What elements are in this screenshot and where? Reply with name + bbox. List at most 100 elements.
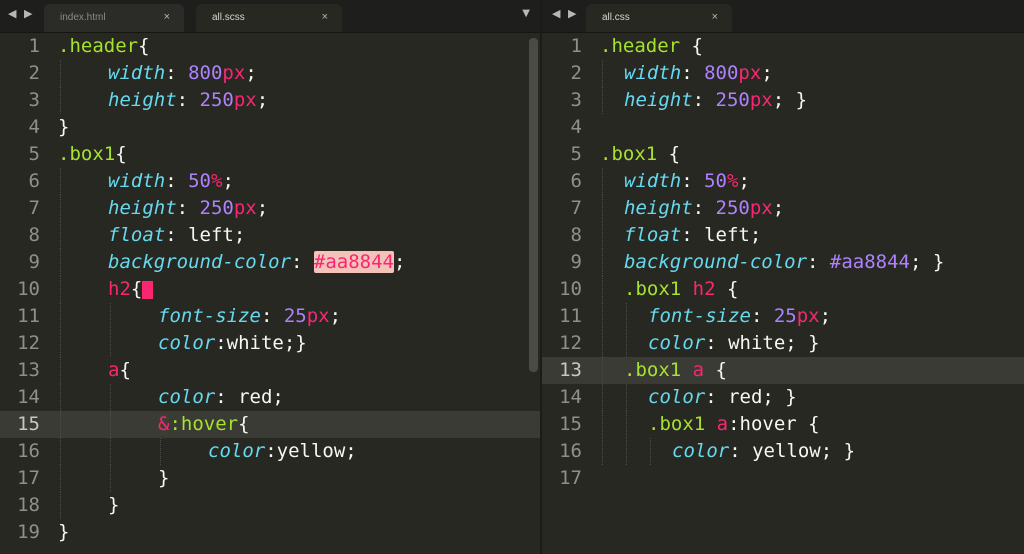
close-icon[interactable]: × <box>322 3 328 31</box>
code-text[interactable]: } <box>158 465 169 492</box>
code-text[interactable]: float: left; <box>108 222 245 249</box>
code-line[interactable]: 11 font-size: 25px; <box>0 303 540 330</box>
code-line[interactable]: 12 color:white;} <box>0 330 540 357</box>
code-line[interactable]: 15 .box1 a:hover { <box>542 411 1024 438</box>
code-line[interactable]: 8 float: left; <box>0 222 540 249</box>
code-line[interactable]: 9 background-color: #aa8844; <box>0 249 540 276</box>
code-text[interactable]: .box1{ <box>58 141 127 168</box>
right-editor-pane[interactable]: ◀ ▶ all.css × 1 .header {2 width: 800px; 3 h… <box>542 0 1024 554</box>
code-token: float <box>108 224 166 246</box>
code-text[interactable]: font-size: 25px; <box>648 303 831 330</box>
code-text[interactable]: color:white;} <box>158 330 307 357</box>
code-line[interactable]: 1 .header { <box>542 33 1024 60</box>
code-line[interactable]: 17 <box>542 465 1024 492</box>
code-line[interactable]: 11 font-size: 25px; <box>542 303 1024 330</box>
code-text[interactable]: width: 50%; <box>108 168 234 195</box>
code-line[interactable]: 2 width: 800px; <box>542 60 1024 87</box>
line-number: 17 <box>559 467 582 489</box>
code-text[interactable]: height: 250px; <box>108 195 268 222</box>
code-text[interactable]: color: yellow; } <box>672 438 855 465</box>
close-icon[interactable]: × <box>712 3 718 31</box>
code-line[interactable]: 5 .box1{ <box>0 141 540 168</box>
code-text[interactable]: float: left; <box>624 222 761 249</box>
code-token: :yellow; <box>265 440 357 462</box>
code-line[interactable]: 3 height: 250px; <box>0 87 540 114</box>
left-editor-pane[interactable]: ◀ ▶ index.html × all.scss × ▼ 1 .header{2… <box>0 0 540 554</box>
tab-index-html[interactable]: index.html × <box>44 4 184 32</box>
code-line[interactable]: 3 height: 250px; } <box>542 87 1024 114</box>
tab-all-scss[interactable]: all.scss × <box>196 4 342 32</box>
code-text[interactable]: .header{ <box>58 33 150 60</box>
code-text[interactable]: color: red; } <box>648 384 797 411</box>
code-text[interactable]: width: 800px; <box>108 60 257 87</box>
code-text[interactable]: .box1 h2 { <box>624 276 738 303</box>
right-tab-bar: ◀ ▶ all.css × <box>542 0 1024 33</box>
code-text[interactable]: .box1 a:hover { <box>648 411 820 438</box>
tab-all-css[interactable]: all.css × <box>586 4 732 32</box>
tab-nav-arrows-icon[interactable]: ◀ ▶ <box>552 7 578 20</box>
tab-nav-arrows-icon[interactable]: ◀ ▶ <box>8 7 34 20</box>
code-editor[interactable]: 1 .header{2 width: 800px; 3 height: 250px; 4}… <box>0 33 540 554</box>
code-line[interactable]: 1 .header{ <box>0 33 540 60</box>
code-token: ; <box>222 170 234 192</box>
code-text[interactable]: background-color: #aa8844; <box>108 249 405 276</box>
code-line[interactable]: 15 &:hover{ <box>0 411 540 438</box>
code-line[interactable]: 8 float: left; <box>542 222 1024 249</box>
code-line[interactable]: 2 width: 800px; <box>0 60 540 87</box>
code-line[interactable]: 13 a{ <box>0 357 540 384</box>
code-line[interactable]: 17} <box>0 465 540 492</box>
code-line[interactable]: 9 background-color: #aa8844; } <box>542 249 1024 276</box>
code-text[interactable]: height: 250px; } <box>624 87 807 114</box>
code-line[interactable]: 10 h2{ <box>0 276 540 303</box>
code-text[interactable]: } <box>108 492 119 519</box>
code-line[interactable]: 4 <box>542 114 1024 141</box>
code-token: } <box>58 521 70 543</box>
code-line[interactable]: 7 height: 250px; <box>542 195 1024 222</box>
code-line[interactable]: 5 .box1 { <box>542 141 1024 168</box>
line-number: 5 <box>28 143 40 165</box>
code-text[interactable]: .header { <box>600 33 703 60</box>
code-line[interactable]: 16 color:yellow; <box>0 438 540 465</box>
code-text[interactable]: color: white; } <box>648 330 820 357</box>
vertical-scrollbar[interactable] <box>529 38 538 372</box>
code-text[interactable]: background-color: #aa8844; } <box>624 249 944 276</box>
code-token: ; <box>772 197 785 219</box>
code-line[interactable]: 19} <box>0 519 540 546</box>
code-text[interactable]: .box1 a { <box>624 357 727 384</box>
code-text[interactable]: height: 250px; <box>624 195 784 222</box>
code-text[interactable]: width: 50%; <box>624 168 750 195</box>
code-text[interactable]: } <box>58 114 69 141</box>
code-line[interactable]: 14 color: red; <box>0 384 540 411</box>
code-text[interactable]: &:hover{ <box>158 411 250 438</box>
code-line[interactable]: 12 color: white; } <box>542 330 1024 357</box>
indent-guide <box>626 411 627 438</box>
indent-guide <box>60 222 61 249</box>
code-text[interactable]: font-size: 25px; <box>158 303 341 330</box>
code-line[interactable]: 10 .box1 h2 { <box>542 276 1024 303</box>
code-token: : yellow; } <box>729 440 856 462</box>
code-editor[interactable]: 1 .header {2 width: 800px; 3 height: 250px; … <box>542 33 1024 554</box>
code-text[interactable]: height: 250px; <box>108 87 268 114</box>
code-line[interactable]: 6 width: 50%; <box>0 168 540 195</box>
code-line[interactable]: 13 .box1 a { <box>542 357 1024 384</box>
code-line[interactable]: 6 width: 50%; <box>542 168 1024 195</box>
code-text[interactable]: color:yellow; <box>208 438 357 465</box>
indent-guide <box>60 465 61 492</box>
code-text[interactable]: a{ <box>108 357 131 384</box>
chevron-down-icon[interactable]: ▼ <box>522 8 530 19</box>
code-line[interactable]: 18} <box>0 492 540 519</box>
close-icon[interactable]: × <box>164 3 170 31</box>
code-text[interactable]: color: red; <box>158 384 284 411</box>
indent-guide <box>602 384 603 411</box>
code-text[interactable]: } <box>58 519 69 546</box>
code-text[interactable]: width: 800px; <box>624 60 773 87</box>
code-line[interactable]: 16 color: yellow; } <box>542 438 1024 465</box>
code-text[interactable]: .box1 { <box>600 141 680 168</box>
indent-guide <box>60 411 61 438</box>
code-text[interactable]: h2{ <box>108 276 154 303</box>
code-line[interactable]: 4} <box>0 114 540 141</box>
code-line[interactable]: 14 color: red; } <box>542 384 1024 411</box>
indent-guide <box>60 87 61 114</box>
code-line[interactable]: 7 height: 250px; <box>0 195 540 222</box>
